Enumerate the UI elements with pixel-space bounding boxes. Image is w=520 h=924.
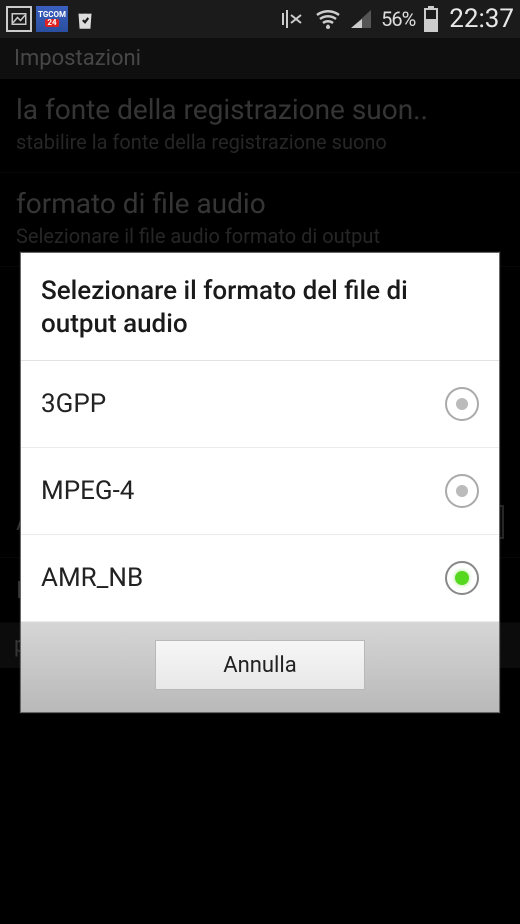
tgcom-notification-icon: TGCOM 24 — [36, 6, 68, 32]
page-header: Impostazioni — [0, 38, 520, 79]
setting-sound-source[interactable]: la fonte della registrazione suon.. stab… — [0, 79, 520, 173]
status-bar: TGCOM 24 56% 22:37 — [0, 0, 520, 38]
option-label: 3GPP — [41, 389, 106, 419]
cancel-button[interactable]: Annulla — [155, 640, 365, 690]
sound-source-title: la fonte della registrazione suon.. — [16, 93, 504, 126]
sound-source-sub: stabilire la fonte della registrazione s… — [16, 130, 504, 154]
radio-icon — [445, 387, 479, 421]
clock: 22:37 — [449, 4, 514, 34]
option-amr-nb[interactable]: AMR_NB — [21, 535, 499, 622]
cancel-label: Annulla — [223, 653, 296, 678]
tgcom-num: 24 — [45, 19, 58, 27]
picture-notification-icon — [6, 6, 32, 32]
radio-icon-selected — [445, 561, 479, 595]
audio-format-title: formato di file audio — [16, 187, 504, 220]
battery-icon — [423, 6, 439, 32]
option-label: AMR_NB — [41, 563, 143, 593]
shop-notification-icon — [72, 6, 98, 32]
radio-icon — [445, 474, 479, 508]
option-3gpp[interactable]: 3GPP — [21, 361, 499, 448]
signal-icon — [349, 8, 373, 30]
audio-format-sub: Selezionare il file audio formato di out… — [16, 224, 504, 248]
option-mpeg4[interactable]: MPEG-4 — [21, 448, 499, 535]
dialog-footer: Annulla — [21, 622, 499, 712]
vibrate-icon — [279, 7, 307, 31]
option-label: MPEG-4 — [41, 476, 134, 506]
audio-format-dialog: Selezionare il formato del file di outpu… — [20, 252, 500, 713]
dialog-title: Selezionare il formato del file di outpu… — [21, 253, 499, 361]
battery-percent: 56% — [381, 7, 415, 31]
wifi-icon — [315, 8, 341, 30]
